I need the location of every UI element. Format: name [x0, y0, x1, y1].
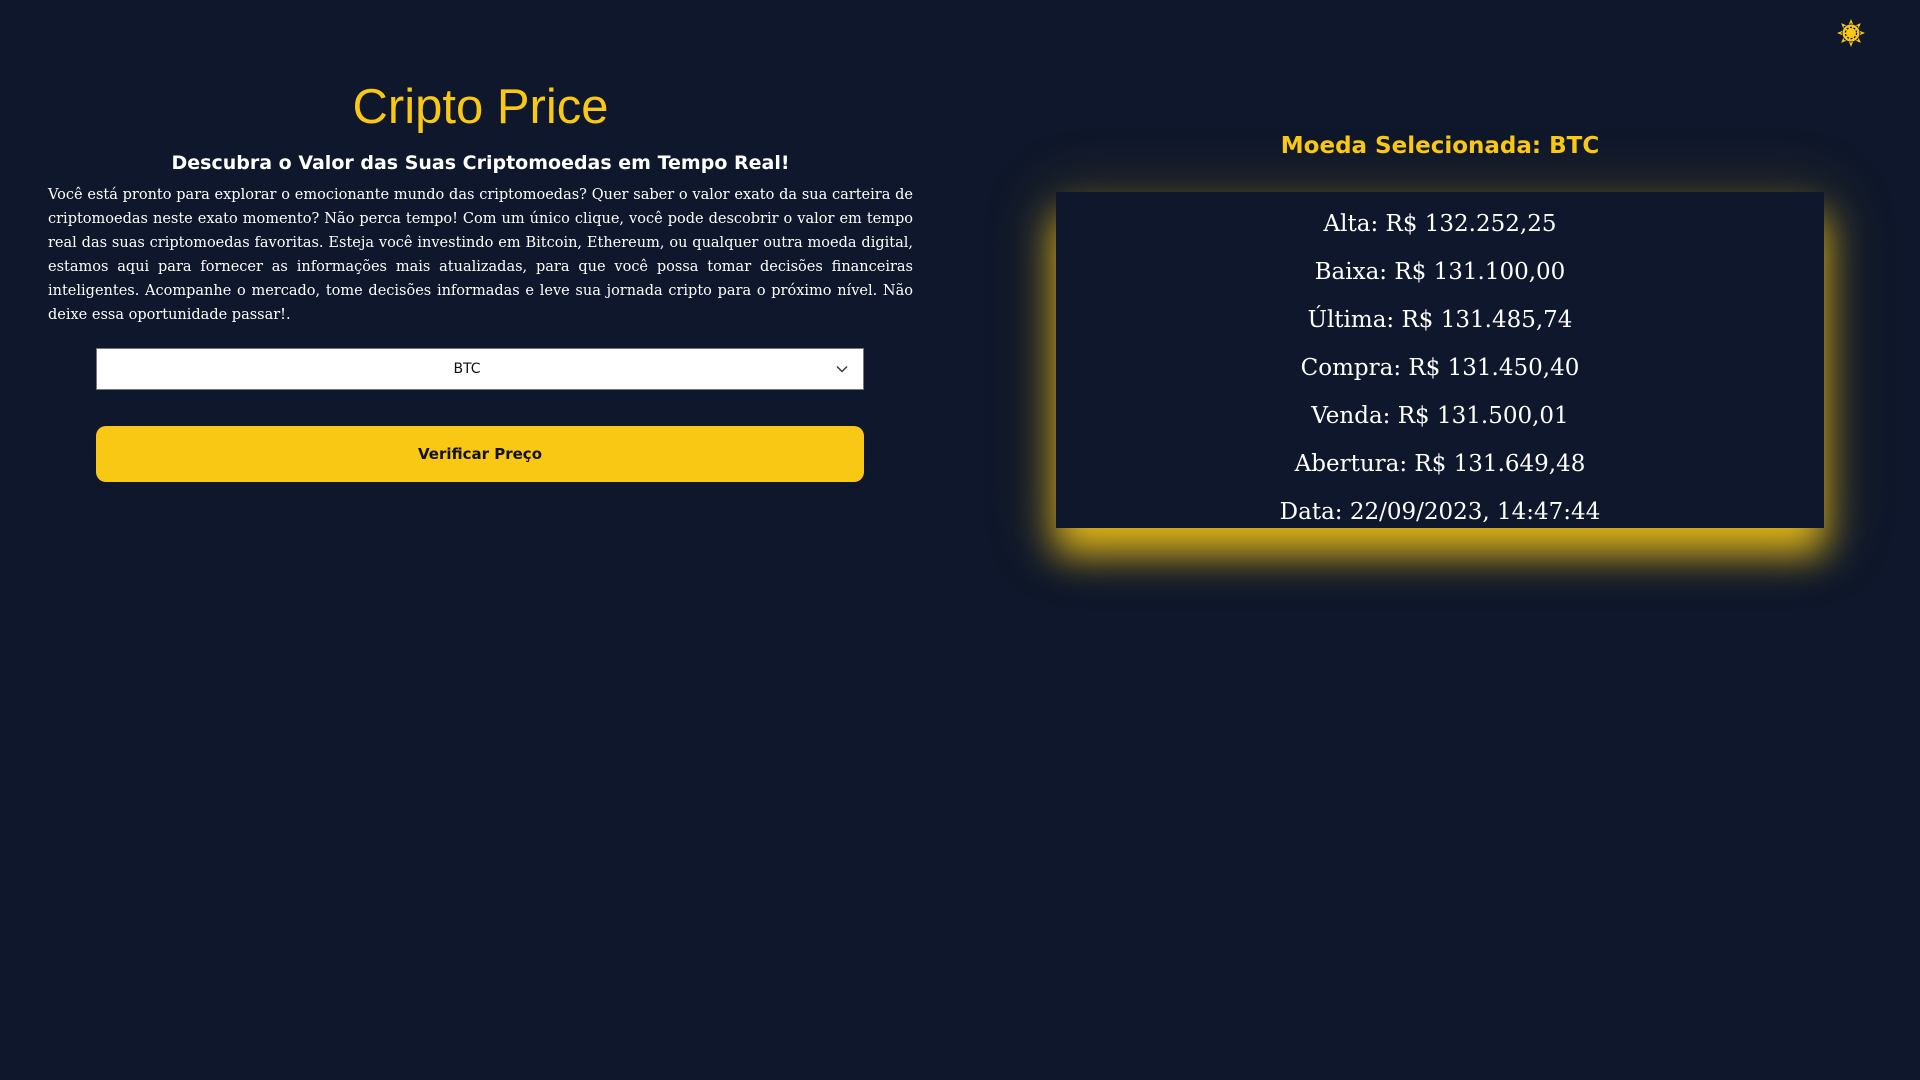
theme-toggle-button[interactable]	[1834, 16, 1868, 50]
price-high: Alta: R$ 132.252,25	[1323, 211, 1557, 237]
price-card: Alta: R$ 132.252,25 Baixa: R$ 131.100,00…	[1056, 192, 1824, 528]
coin-select-value: BTC	[453, 361, 481, 377]
price-last: Última: R$ 131.485,74	[1307, 307, 1573, 333]
price-date: Data: 22/09/2023, 14:47:44	[1279, 499, 1601, 525]
price-sell: Venda: R$ 131.500,01	[1311, 403, 1569, 429]
price-low: Baixa: R$ 131.100,00	[1314, 259, 1566, 285]
price-open: Abertura: R$ 131.649,48	[1294, 451, 1586, 477]
page-title: Cripto Price	[352, 80, 609, 134]
verify-price-button[interactable]: Verificar Preço	[96, 426, 864, 482]
intro-paragraph: Você está pronto para explorar o emocion…	[48, 187, 913, 323]
coin-select[interactable]: BTC	[96, 348, 864, 390]
price-buy: Compra: R$ 131.450,40	[1300, 355, 1580, 381]
sun-icon	[1837, 19, 1865, 47]
selected-coin-heading: Moeda Selecionada: BTC	[1280, 133, 1600, 159]
page-subtitle: Descubra o Valor das Suas Criptomoedas e…	[171, 152, 790, 174]
chevron-down-icon	[836, 366, 848, 373]
